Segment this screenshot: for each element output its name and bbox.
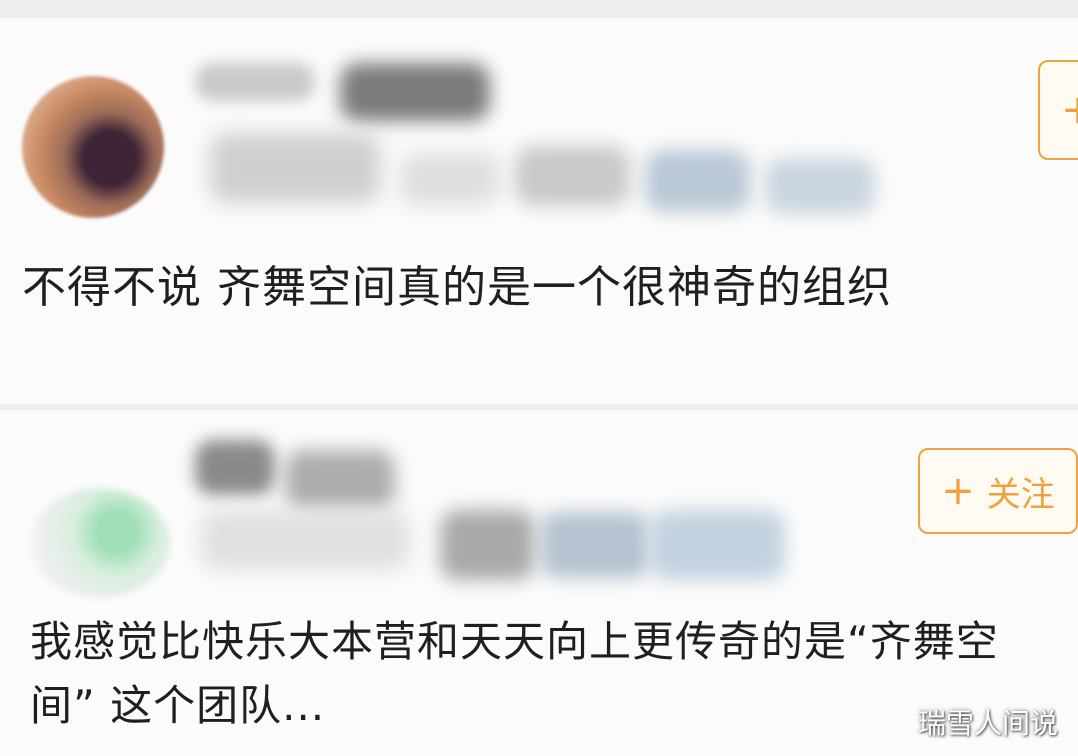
plus-icon: + bbox=[1061, 87, 1078, 133]
follow-button-partial[interactable]: + bbox=[1038, 60, 1078, 160]
comment-card-1: + 不得不说 齐舞空间真的是一个很神奇的组织 bbox=[0, 18, 1078, 404]
user-avatar[interactable] bbox=[22, 76, 164, 218]
plus-icon: + bbox=[941, 468, 975, 514]
comment-text: 我感觉比快乐大本营和天天向上更传奇的是“齐舞空间” 这个团队... bbox=[30, 617, 999, 730]
user-avatar[interactable] bbox=[30, 488, 170, 598]
comment-card-2: + 关注 我感觉比快乐大本营和天天向上更传奇的是“齐舞空间” 这个团队... bbox=[0, 410, 1078, 756]
comment-text: 不得不说 齐舞空间真的是一个很神奇的组织 bbox=[22, 262, 892, 313]
follow-label: 关注 bbox=[986, 474, 1055, 515]
watermark: 瑞雪人间说 bbox=[917, 707, 1058, 740]
follow-button[interactable]: + 关注 bbox=[918, 448, 1078, 534]
